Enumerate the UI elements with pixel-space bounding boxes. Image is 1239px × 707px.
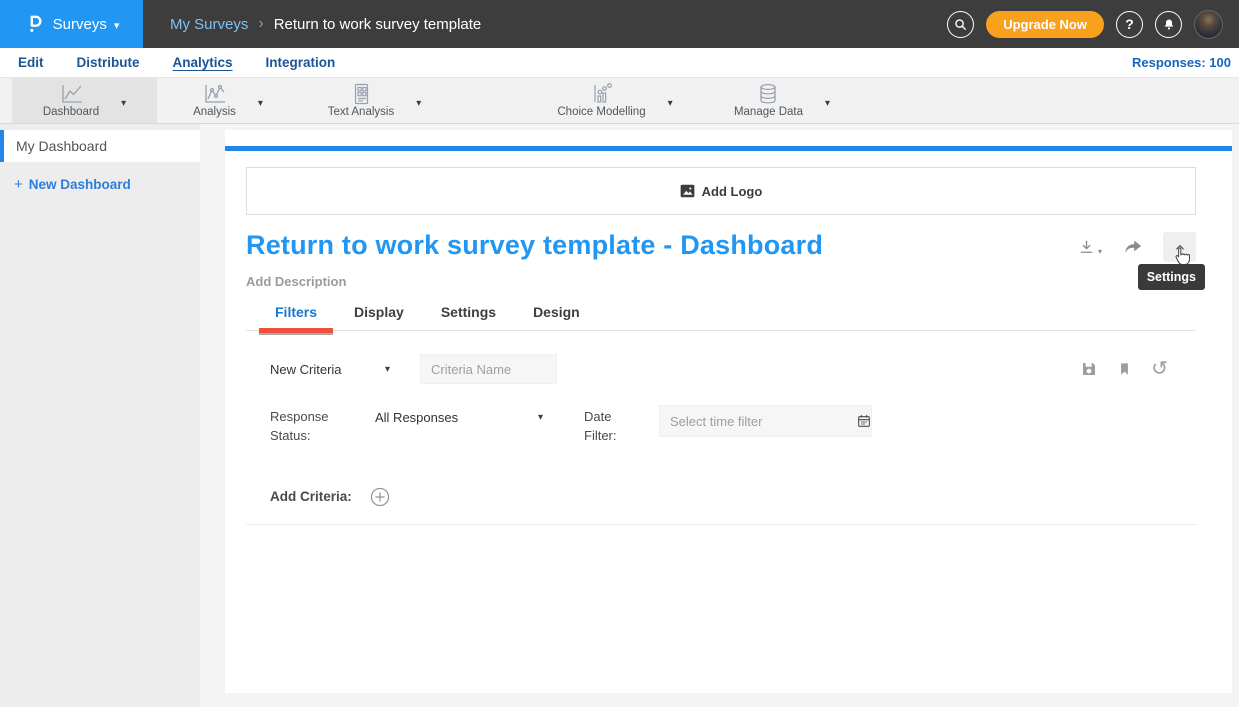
nav-item-distribute[interactable]: Distribute <box>77 55 140 70</box>
share-button[interactable] <box>1122 238 1143 257</box>
date-filter-label: Date Filter: <box>584 408 636 446</box>
section-divider <box>246 524 1196 525</box>
hand-cursor-icon <box>1171 246 1191 273</box>
chevron-down-icon[interactable]: ▾ <box>668 98 673 109</box>
dashboard-card: Add Logo Return to work survey template … <box>225 130 1232 693</box>
breadcrumb-separator-icon: › <box>258 15 263 33</box>
breadcrumb-my-surveys[interactable]: My Surveys <box>170 16 248 33</box>
breadcrumb-current: Return to work survey template <box>274 16 482 33</box>
criteria-type-value: New Criteria <box>270 362 342 377</box>
dashboard-main: Add Logo Return to work survey template … <box>200 124 1239 707</box>
image-icon <box>680 184 695 198</box>
tab-filters[interactable]: Filters <box>275 304 317 330</box>
avatar[interactable] <box>1194 10 1223 39</box>
nav-item-integration[interactable]: Integration <box>266 55 336 70</box>
response-status-value: All Responses <box>375 410 458 425</box>
download-button[interactable]: ▾ <box>1077 238 1102 257</box>
analysis-chart-icon <box>201 83 227 105</box>
bookmark-button[interactable] <box>1117 360 1132 378</box>
date-filter-input[interactable] <box>660 406 856 436</box>
sidebar-item-label: My Dashboard <box>16 138 107 154</box>
download-icon <box>1077 238 1096 257</box>
save-button[interactable] <box>1080 360 1098 378</box>
dashboard-sidebar: My Dashboard + New Dashboard <box>0 124 200 707</box>
filters-form: New Criteria ▾ <box>270 354 1196 508</box>
upgrade-now-button[interactable]: Upgrade Now <box>986 11 1104 38</box>
text-analysis-icon <box>348 83 374 105</box>
toolbar-item-label: Text Analysis <box>328 106 394 118</box>
app-window: Surveys ▾ My Surveys › Return to work su… <box>0 0 1239 707</box>
new-dashboard-link[interactable]: + New Dashboard <box>0 176 200 193</box>
toolbar-item-dashboard[interactable]: Dashboard ▾ <box>12 78 157 123</box>
tab-settings[interactable]: Settings <box>441 304 496 330</box>
notifications-button[interactable] <box>1155 11 1182 38</box>
question-mark-icon: ? <box>1125 16 1134 32</box>
add-description-link[interactable]: Add Description <box>246 274 1196 289</box>
chevron-down-icon[interactable]: ▾ <box>121 98 126 109</box>
database-icon <box>755 83 781 105</box>
search-button[interactable] <box>947 11 974 38</box>
bell-icon <box>1162 17 1176 32</box>
nav-item-analytics[interactable]: Analytics <box>173 55 233 70</box>
plus-icon: + <box>14 176 23 193</box>
add-criteria-label: Add Criteria: <box>270 489 352 504</box>
tab-design[interactable]: Design <box>533 304 580 330</box>
add-criteria-button[interactable] <box>369 486 391 508</box>
chevron-down-icon: ▾ <box>538 412 543 423</box>
add-logo-label: Add Logo <box>702 184 763 199</box>
chevron-down-icon[interactable]: ▾ <box>825 98 830 109</box>
toolbar-item-label: Dashboard <box>43 106 99 118</box>
share-icon <box>1122 238 1143 257</box>
breadcrumb: My Surveys › Return to work survey templ… <box>170 15 481 33</box>
criteria-type-dropdown[interactable]: New Criteria ▾ <box>270 362 390 377</box>
reset-icon: ↺ <box>1151 358 1168 380</box>
response-status-label: Response Status: <box>270 408 346 446</box>
survey-nav: Edit Distribute Analytics Integration Re… <box>0 48 1239 77</box>
responses-count: Responses: 100 <box>1132 55 1231 70</box>
topbar-actions: Upgrade Now ? <box>947 10 1239 39</box>
toolbar-item-text-analysis[interactable]: Text Analysis ▾ <box>312 78 437 123</box>
reset-button[interactable]: ↺ <box>1151 360 1168 378</box>
chevron-down-icon[interactable]: ▾ <box>258 98 263 109</box>
product-name: Surveys <box>53 16 107 33</box>
toolbar-item-label: Manage Data <box>734 106 803 118</box>
dashboard-accent-rule <box>225 146 1232 151</box>
tab-display[interactable]: Display <box>354 304 404 330</box>
bookmark-icon <box>1117 360 1132 378</box>
questionpro-logo-icon <box>24 12 46 36</box>
chevron-down-icon: ▾ <box>1098 247 1102 256</box>
page-title[interactable]: Return to work survey template - Dashboa… <box>246 230 823 261</box>
nav-item-edit[interactable]: Edit <box>18 55 44 70</box>
top-bar: Surveys ▾ My Surveys › Return to work su… <box>0 0 1239 48</box>
chevron-down-icon: ▾ <box>385 364 390 375</box>
toolbar-item-label: Analysis <box>193 106 236 118</box>
toolbar-item-choice-modelling[interactable]: Choice Modelling ▾ <box>545 78 685 123</box>
criteria-name-input[interactable] <box>420 354 557 384</box>
toolbar-item-analysis[interactable]: Analysis ▾ <box>168 78 288 123</box>
response-status-dropdown[interactable]: All Responses ▾ <box>375 410 543 425</box>
plus-circle-icon <box>369 486 391 508</box>
calendar-icon[interactable] <box>856 413 872 429</box>
chevron-down-icon[interactable]: ▾ <box>416 98 421 109</box>
dashboard-chart-icon <box>58 83 84 105</box>
settings-tabs: Filters Display Settings Design <box>246 304 1196 331</box>
help-button[interactable]: ? <box>1116 11 1143 38</box>
criteria-actions: ↺ <box>1080 360 1168 378</box>
product-switcher[interactable]: Surveys ▾ <box>0 0 143 48</box>
chevron-down-icon: ▾ <box>114 19 120 32</box>
toolbar-item-manage-data[interactable]: Manage Data ▾ <box>717 78 847 123</box>
search-icon <box>953 17 968 32</box>
sidebar-item-my-dashboard[interactable]: My Dashboard <box>0 130 200 162</box>
date-filter-field[interactable] <box>659 405 872 437</box>
choice-modelling-icon <box>588 83 614 105</box>
add-logo-dropzone[interactable]: Add Logo <box>246 167 1196 215</box>
active-tab-underline <box>259 328 333 333</box>
analytics-toolbar: Dashboard ▾ Analysis ▾ <box>0 77 1239 124</box>
save-icon <box>1080 360 1098 378</box>
new-dashboard-label: New Dashboard <box>29 177 131 192</box>
toolbar-item-label: Choice Modelling <box>557 106 645 118</box>
